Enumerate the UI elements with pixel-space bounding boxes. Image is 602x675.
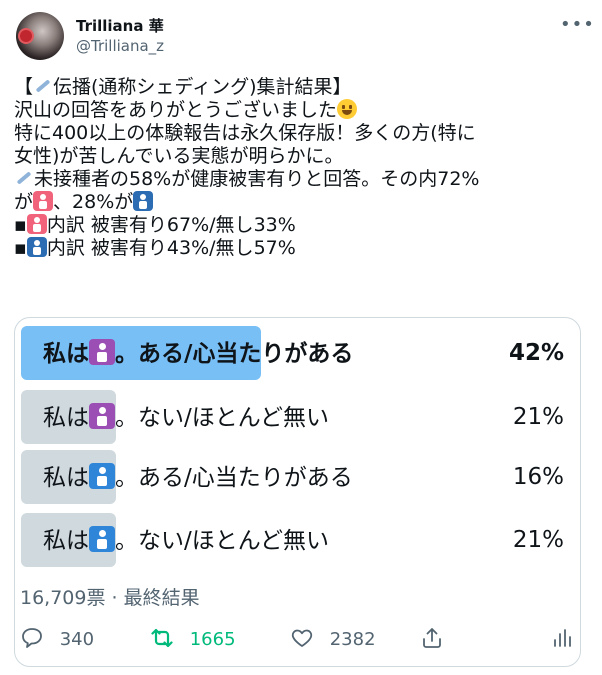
- man-icon: [26, 237, 47, 257]
- tweet-line: 女性)が苦しんでいる実態が明らかに。: [14, 145, 344, 167]
- action-bar: 340 1665 2382: [0, 622, 602, 662]
- share-button[interactable]: [420, 626, 444, 650]
- reply-button[interactable]: 340: [20, 626, 94, 650]
- poll-option: 私は 。ない/ほとんど無い 21%: [21, 390, 574, 444]
- woman-icon: [26, 214, 47, 234]
- tweet-line: 沢山の回答をありがとうございました: [14, 99, 594, 122]
- tweet-line: が、28%が: [14, 191, 594, 214]
- flower-decoration: [20, 30, 32, 42]
- poll-option-label: 私は 。ない/ほとんど無い: [43, 403, 330, 431]
- display-name[interactable]: Trilliana 華: [76, 15, 164, 36]
- retweet-icon: [151, 628, 173, 648]
- woman-icon: [33, 191, 54, 211]
- user-handle[interactable]: @Trilliana_z: [76, 37, 164, 55]
- avatar[interactable]: [16, 12, 64, 60]
- more-options-icon[interactable]: •••: [560, 14, 595, 35]
- man-icon: [89, 526, 115, 552]
- syringe-icon: [33, 76, 53, 96]
- smile-icon: [337, 99, 358, 119]
- poll-percent: 21%: [512, 404, 564, 430]
- share-icon: [423, 628, 441, 648]
- poll-percent: 16%: [512, 464, 564, 490]
- tweet-line: ▪ 内訳 被害有り43%/無し57%: [14, 237, 296, 259]
- analytics-button[interactable]: [550, 626, 574, 650]
- analytics-icon: [554, 629, 571, 647]
- poll: 私は 。ある/心当たりがある 42% 私は 。ない/ほとんど無い 21% 私は 。ある…: [14, 317, 581, 667]
- syringe-icon: [14, 168, 34, 188]
- retweet-count: 1665: [189, 629, 236, 650]
- tweet-text: 【伝播(通称シェディング)集計結果】 沢山の回答をありがとうございました 特に4…: [14, 76, 594, 260]
- woman-icon: [89, 403, 115, 429]
- tweet-line: 【伝播(通称シェディング)集計結果】: [14, 76, 352, 98]
- reply-count: 340: [59, 629, 95, 650]
- tweet-line: 未接種者の58%が健康被害有りと回答。その内72%: [14, 168, 594, 191]
- poll-percent: 42%: [508, 340, 564, 366]
- retweet-button[interactable]: 1665: [150, 626, 236, 650]
- man-icon: [133, 191, 154, 211]
- woman-icon: [89, 339, 115, 365]
- poll-option-label: 私は 。ある/心当たりがある: [43, 339, 354, 367]
- heart-icon: [291, 629, 313, 647]
- poll-option: 私は 。ない/ほとんど無い 21%: [21, 513, 574, 567]
- tweet-line: ▪ 内訳 被害有り67%/無し33%: [14, 214, 296, 236]
- poll-meta: 16,709票 · 最終結果: [20, 587, 200, 609]
- poll-option: 私は 。ある/心当たりがある 42%: [21, 326, 574, 380]
- poll-option: 私は 。ある/心当たりがある 16%: [21, 450, 574, 504]
- poll-option-label: 私は 。ない/ほとんど無い: [43, 526, 330, 554]
- poll-option-label: 私は 。ある/心当たりがある: [43, 463, 353, 491]
- like-button[interactable]: 2382: [290, 626, 376, 650]
- reply-icon: [22, 628, 42, 648]
- poll-percent: 21%: [512, 527, 564, 553]
- like-count: 2382: [329, 629, 376, 650]
- tweet-line: 特に400以上の体験報告は永久保存版！多くの方(特に: [14, 122, 476, 144]
- man-icon: [89, 463, 115, 489]
